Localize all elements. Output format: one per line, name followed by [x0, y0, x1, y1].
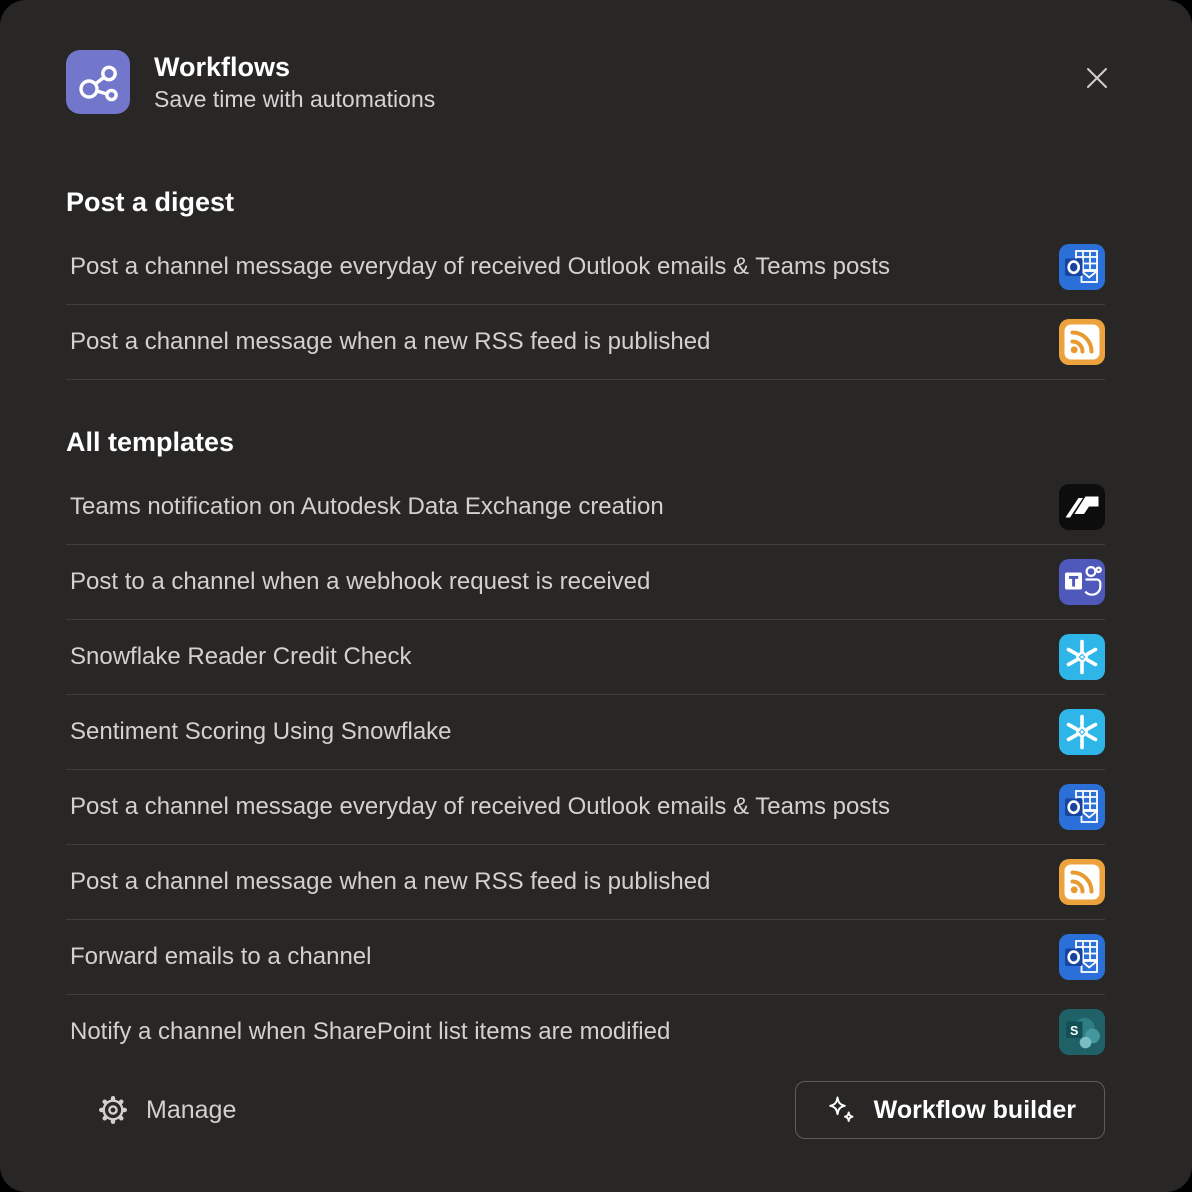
template-list: Teams notification on Autodesk Data Exch…	[66, 470, 1105, 1069]
template-row[interactable]: Post to a channel when a webhook request…	[66, 545, 1105, 620]
rss-icon	[1059, 859, 1105, 905]
close-icon	[1079, 60, 1115, 96]
template-label: Notify a channel when SharePoint list it…	[66, 1018, 1059, 1046]
dialog-title: Workflows	[154, 52, 435, 82]
teams-icon	[1059, 559, 1105, 605]
template-label: Post a channel message when a new RSS fe…	[66, 328, 1059, 356]
manage-button[interactable]: Manage	[66, 1083, 246, 1137]
manage-label: Manage	[146, 1096, 236, 1125]
template-label: Teams notification on Autodesk Data Exch…	[66, 493, 1059, 521]
section-post-a-digest: Post a digest Post a channel message eve…	[66, 186, 1105, 380]
template-label: Sentiment Scoring Using Snowflake	[66, 718, 1059, 746]
template-label: Post to a channel when a webhook request…	[66, 568, 1059, 596]
snowflake-icon	[1059, 634, 1105, 680]
template-row[interactable]: Forward emails to a channel	[66, 920, 1105, 995]
dialog-header: Workflows Save time with automations	[66, 50, 1105, 114]
template-row[interactable]: Sentiment Scoring Using Snowflake	[66, 695, 1105, 770]
workflows-dialog: Workflows Save time with automations Pos…	[0, 0, 1192, 1192]
workflows-logo-icon	[66, 50, 130, 114]
workflow-builder-button[interactable]: Workflow builder	[795, 1081, 1105, 1139]
template-row[interactable]: Notify a channel when SharePoint list it…	[66, 995, 1105, 1069]
outlook-icon	[1059, 784, 1105, 830]
autodesk-icon	[1059, 484, 1105, 530]
svg-text:S: S	[1070, 1024, 1078, 1038]
section-heading: All templates	[66, 426, 1105, 458]
template-row[interactable]: Post a channel message everyday of recei…	[66, 770, 1105, 845]
section-heading: Post a digest	[66, 186, 1105, 218]
rss-icon	[1059, 319, 1105, 365]
outlook-icon	[1059, 244, 1105, 290]
outlook-icon	[1059, 934, 1105, 980]
template-row[interactable]: Teams notification on Autodesk Data Exch…	[66, 470, 1105, 545]
sparkles-icon	[824, 1093, 858, 1127]
template-label: Post a channel message everyday of recei…	[66, 793, 1059, 821]
template-list: Post a channel message everyday of recei…	[66, 230, 1105, 380]
sharepoint-icon: S	[1059, 1009, 1105, 1055]
template-row[interactable]: Post a channel message when a new RSS fe…	[66, 845, 1105, 920]
template-row[interactable]: Snowflake Reader Credit Check	[66, 620, 1105, 695]
section-all-templates: All templates Teams notification on Auto…	[66, 426, 1105, 1069]
dialog-subtitle: Save time with automations	[154, 86, 435, 113]
template-row[interactable]: Post a channel message when a new RSS fe…	[66, 305, 1105, 380]
snowflake-icon	[1059, 709, 1105, 755]
dialog-footer: Manage Workflow builder	[66, 1081, 1105, 1139]
title-block: Workflows Save time with automations	[154, 52, 435, 113]
template-label: Forward emails to a channel	[66, 943, 1059, 971]
template-label: Post a channel message when a new RSS fe…	[66, 868, 1059, 896]
close-button[interactable]	[1075, 56, 1119, 100]
template-label: Post a channel message everyday of recei…	[66, 253, 1059, 281]
template-row[interactable]: Post a channel message everyday of recei…	[66, 230, 1105, 305]
template-label: Snowflake Reader Credit Check	[66, 643, 1059, 671]
workflow-builder-label: Workflow builder	[874, 1096, 1076, 1125]
gear-icon	[96, 1093, 130, 1127]
